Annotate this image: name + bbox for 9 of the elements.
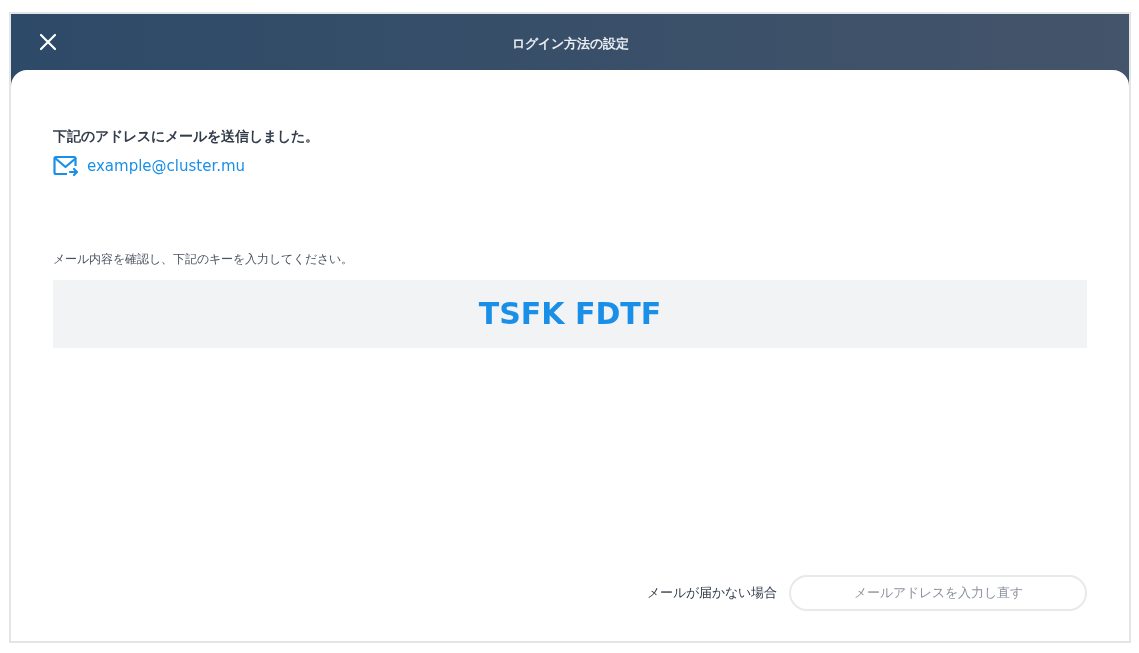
close-icon [39, 33, 57, 51]
header-title: ログイン方法の設定 [511, 35, 629, 53]
verification-key: TSFK FDTF [478, 291, 662, 336]
email-address: example@cluster.mu [87, 156, 246, 177]
instruction-text: メール内容を確認し、下記のキーを入力してください。 [53, 250, 354, 268]
not-received-label: メールが届かない場合 [647, 584, 777, 603]
reenter-email-button[interactable]: メールアドレスを入力し直す [789, 575, 1087, 611]
mail-icon [53, 155, 79, 178]
sent-message: 下記のアドレスにメールを送信しました。 [53, 127, 320, 146]
